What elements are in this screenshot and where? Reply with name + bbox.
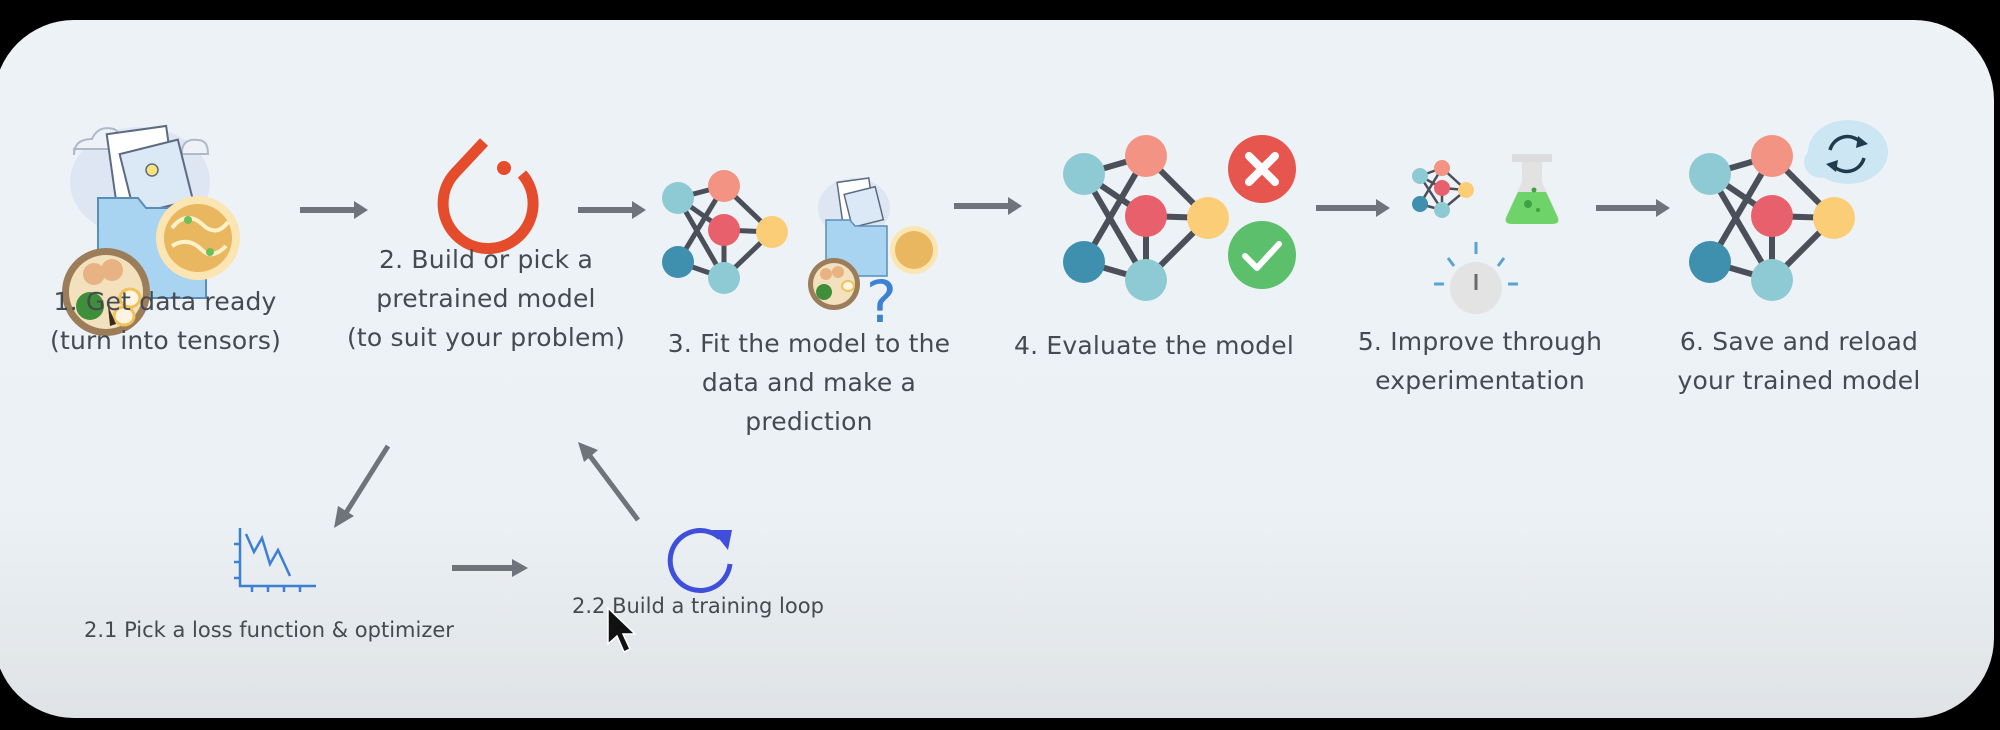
arrow-2-to-2-1	[334, 444, 391, 528]
loop-arrow-icon	[667, 528, 733, 593]
step-3-label: 3. Fit the model to the data and make a …	[654, 324, 964, 441]
arrow-1-to-2	[300, 201, 368, 219]
step-4-label: 4. Evaluate the model	[1004, 326, 1304, 365]
arrow-2-to-3	[578, 201, 646, 219]
arrow-2-1-to-2-2	[452, 559, 528, 577]
step-2-line2: pretrained model	[376, 284, 596, 313]
step-5-line2: experimentation	[1375, 366, 1585, 395]
step-5-label: 5. Improve through experimentation	[1330, 322, 1630, 400]
step-2-line3: (to suit your problem)	[346, 323, 626, 352]
arrow-2-2-to-2	[578, 442, 640, 522]
neural-network-icon-step-3	[662, 170, 788, 294]
small-network-icon	[1412, 160, 1474, 218]
data-prediction-icon: ?	[808, 177, 938, 336]
step-1-line1: 1. Get data ready	[53, 287, 277, 316]
reload-sync-icon	[1804, 120, 1888, 184]
neural-network-icon-step-4	[1063, 135, 1229, 301]
step-6-label: 6. Save and reload your trained model	[1634, 322, 1964, 400]
step-1-label: 1. Get data ready (turn into tensors)	[50, 282, 282, 360]
step-2-line1: 2. Build or pick a	[379, 245, 593, 274]
substep-2-1-label: 2.1 Pick a loss function & optimizer	[84, 618, 454, 642]
step-5-line1: 5. Improve through	[1357, 327, 1603, 356]
step-1-line2: (turn into tensors)	[50, 326, 282, 355]
step-6-line2: your trained model	[1677, 366, 1921, 395]
arrow-3-to-4	[954, 197, 1022, 215]
step-3-line3: prediction	[745, 407, 873, 436]
correct-check-icon	[1228, 221, 1296, 289]
flask-icon	[1505, 154, 1559, 224]
diagram-panel: 1. Get data ready (turn into tensors) 2.…	[0, 20, 1994, 718]
step-3-line2: data and make a	[701, 368, 917, 397]
step-3-line1: 3. Fit the model to the	[667, 329, 951, 358]
step-2-label: 2. Build or pick a pretrained model (to …	[336, 240, 636, 357]
arrow-5-to-6	[1596, 199, 1670, 217]
wrong-x-icon	[1228, 135, 1296, 203]
step-6-line1: 6. Save and reload	[1679, 327, 1919, 356]
step-4-line1: 4. Evaluate the model	[1014, 331, 1294, 360]
loss-chart-icon	[234, 528, 316, 592]
mouse-cursor-icon	[607, 606, 637, 654]
arrow-4-to-5	[1316, 199, 1390, 217]
dial-knob-icon	[1434, 242, 1518, 314]
